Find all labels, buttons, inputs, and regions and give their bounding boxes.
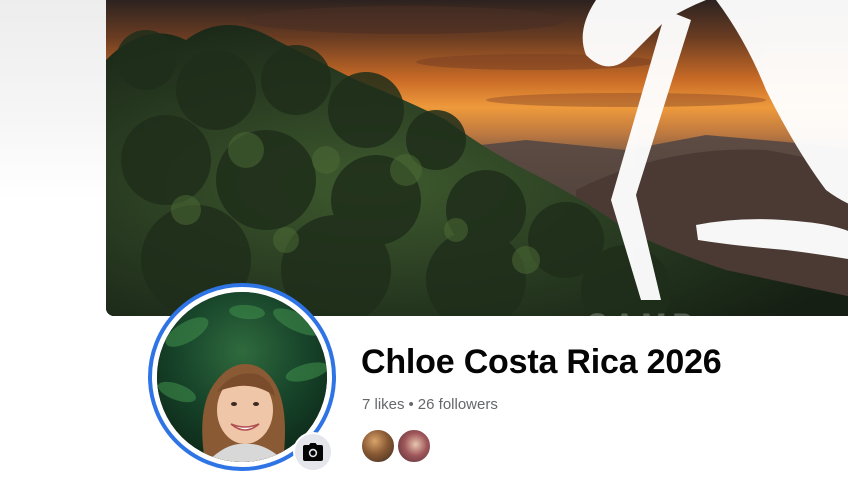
profile-header: CAMP: [0, 0, 848, 477]
follower-avatar[interactable]: [360, 428, 396, 464]
page-stats: 7 likes • 26 followers: [362, 396, 498, 413]
cover-photo[interactable]: CAMP: [106, 0, 848, 316]
followers-link[interactable]: 26 followers: [418, 396, 498, 413]
camera-icon: [303, 443, 323, 461]
cover-photo-art: CAMP: [106, 0, 848, 316]
svg-text:CAMP: CAMP: [586, 308, 698, 316]
update-profile-picture-button[interactable]: [293, 432, 333, 472]
follower-avatar[interactable]: [396, 428, 432, 464]
page-name: Chloe Costa Rica 2026: [361, 343, 722, 381]
likes-link[interactable]: 7 likes: [362, 396, 405, 413]
stats-separator: •: [408, 396, 414, 413]
follower-avatars: [360, 428, 440, 466]
